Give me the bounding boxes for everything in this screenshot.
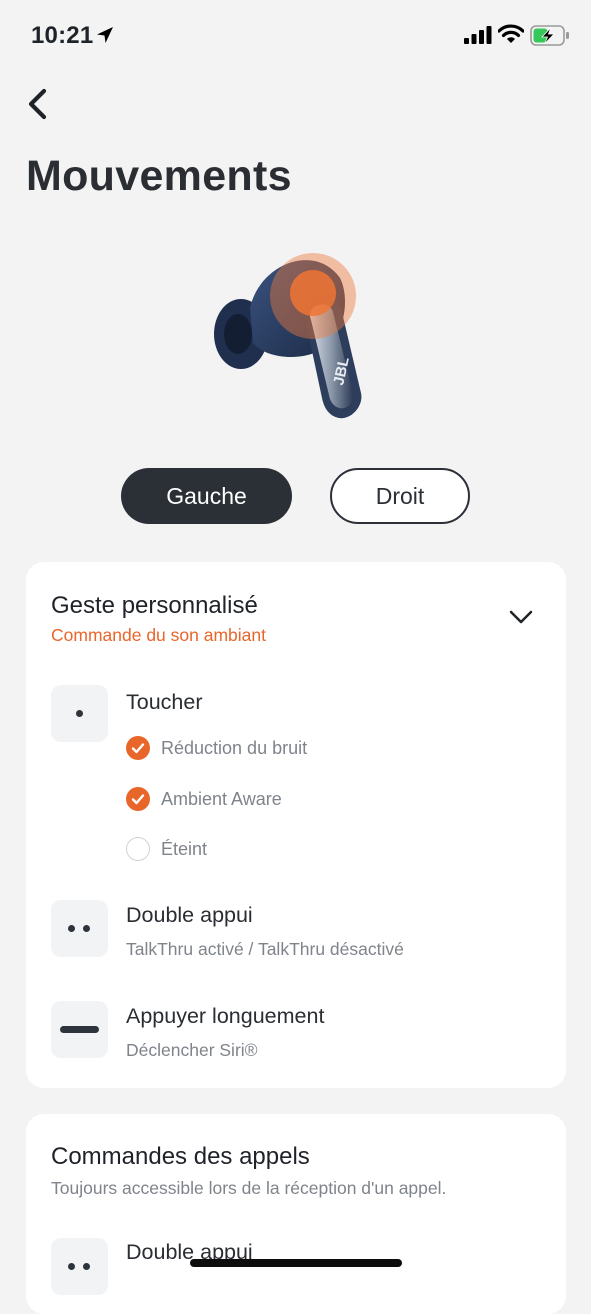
option-off[interactable]: Éteint <box>126 836 207 862</box>
wifi-icon <box>498 24 524 43</box>
home-indicator[interactable] <box>190 1259 402 1267</box>
gesture-title-tap: Toucher <box>126 690 203 714</box>
right-earbud-button[interactable]: Droit <box>330 468 470 524</box>
custom-gesture-title: Geste personnalisé <box>51 592 258 619</box>
earbud-image: JBL <box>214 253 362 419</box>
status-bar: 10:21 <box>0 0 591 72</box>
chevron-down-icon[interactable] <box>508 608 534 626</box>
left-earbud-button[interactable]: Gauche <box>121 468 292 524</box>
call-controls-card: Commandes des appels Toujours accessible… <box>26 1114 566 1314</box>
status-time: 10:21 <box>31 22 94 49</box>
cellular-signal-icon <box>464 26 492 44</box>
long-press-icon <box>51 1001 108 1058</box>
checkmark-icon[interactable] <box>126 736 150 760</box>
page-title: Mouvements <box>26 152 292 200</box>
checkmark-icon[interactable] <box>126 787 150 811</box>
option-label: Ambient Aware <box>161 788 282 809</box>
gesture-description-double-tap: TalkThru activé / TalkThru désactivé <box>126 939 404 959</box>
gesture-title-long-press: Appuyer longuement <box>126 1004 325 1028</box>
option-ambient-aware[interactable]: Ambient Aware <box>126 786 282 812</box>
double-tap-icon <box>51 1238 108 1295</box>
back-chevron-icon[interactable] <box>22 84 56 124</box>
gesture-description-long-press: Déclencher Siri® <box>126 1040 258 1060</box>
option-label: Éteint <box>161 838 208 859</box>
location-arrow-icon <box>97 27 113 43</box>
call-controls-subtitle: Toujours accessible lors de la réception… <box>51 1178 447 1198</box>
custom-gesture-subtitle: Commande du son ambiant <box>51 625 266 645</box>
double-tap-icon <box>51 900 108 957</box>
option-label: Réduction du bruit <box>161 737 308 758</box>
single-tap-icon <box>51 685 108 742</box>
custom-gesture-card: Geste personnalisé Commande du son ambia… <box>26 562 566 1088</box>
gesture-title-double-tap: Double appui <box>126 903 253 927</box>
call-controls-title: Commandes des appels <box>51 1143 310 1170</box>
option-noise-reduction[interactable]: Réduction du bruit <box>126 735 307 761</box>
battery-charging-icon <box>530 25 569 46</box>
unchecked-circle-icon[interactable] <box>126 837 150 861</box>
